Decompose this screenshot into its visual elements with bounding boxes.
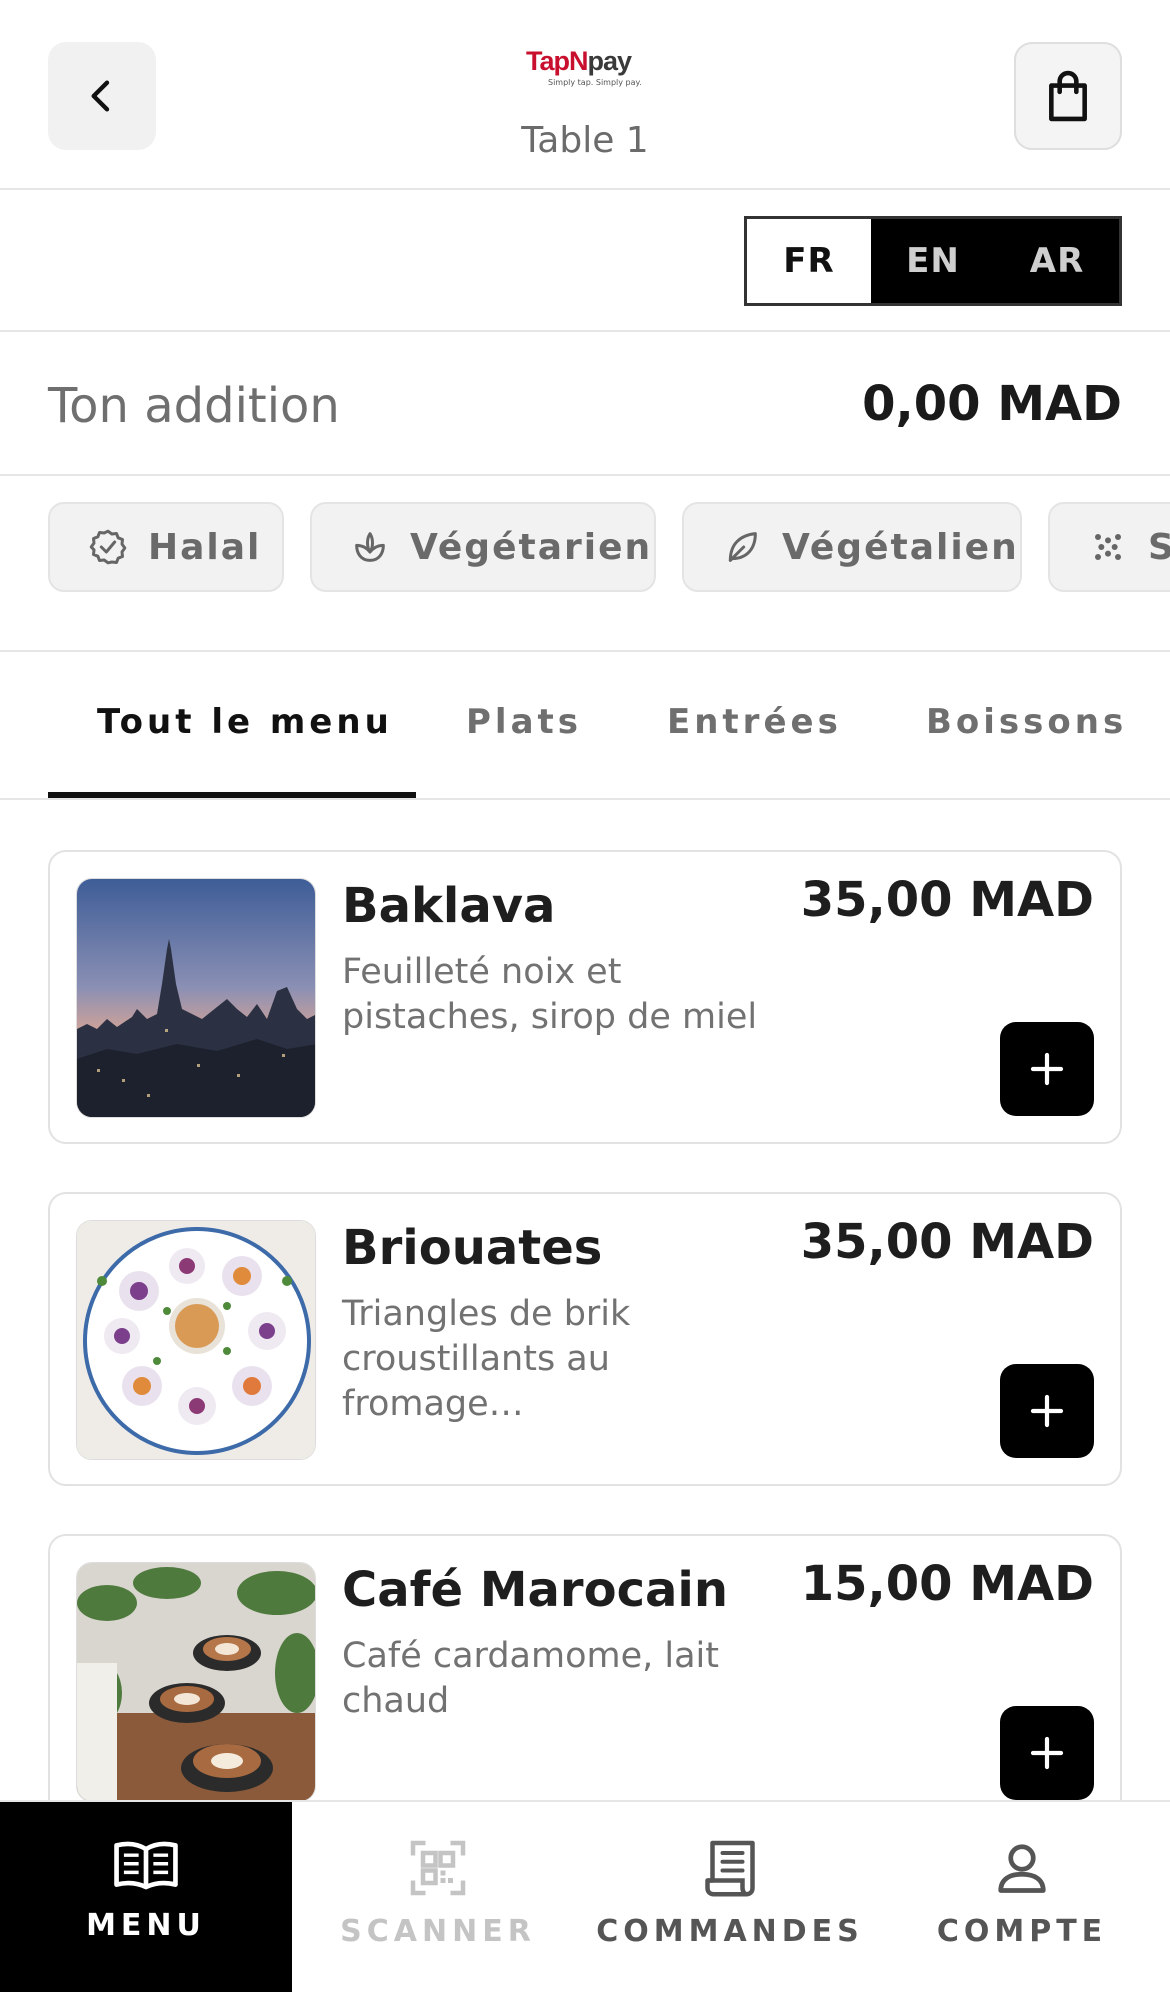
- plus-icon: [1030, 1736, 1064, 1770]
- bill-amount: 0,00 MAD: [862, 376, 1122, 432]
- cart-button[interactable]: [1014, 42, 1122, 150]
- filter-chip-vegan[interactable]: Végétalien: [682, 502, 1022, 592]
- lang-option-en[interactable]: EN: [871, 219, 995, 303]
- tab-boissons[interactable]: Boissons: [926, 702, 1127, 742]
- item-price: 35,00 MAD: [800, 1214, 1094, 1270]
- menu-item-card[interactable]: Baklava Feuilleté noix et pistaches, sir…: [48, 850, 1122, 1144]
- filter-chip-label: Halal: [148, 526, 262, 568]
- plus-icon: [1030, 1394, 1064, 1428]
- header: TapNpay Simply tap. Simply pay. Table 1: [0, 0, 1170, 190]
- language-switch: FR EN AR: [744, 216, 1122, 306]
- item-description: Feuilleté noix et pistaches, sirop de mi…: [342, 952, 758, 1037]
- leaf-icon: [728, 532, 757, 562]
- lang-option-ar[interactable]: AR: [995, 219, 1119, 303]
- item-name: Briouates: [342, 1220, 603, 1276]
- halal-badge-icon: [89, 529, 127, 565]
- filter-chip-halal[interactable]: Halal: [48, 502, 284, 592]
- tapnpay-logo: TapNpay Simply tap. Simply pay.: [526, 46, 642, 87]
- lang-option-fr[interactable]: FR: [747, 219, 871, 303]
- item-description: Café cardamome, lait chaud: [342, 1636, 720, 1721]
- filter-chip-label: Végétalien: [782, 526, 1019, 568]
- item-photo-coffee-cups: [76, 1562, 316, 1802]
- nav-label: COMPTE: [936, 1914, 1108, 1949]
- item-name: Baklava: [342, 878, 556, 934]
- add-to-cart-button[interactable]: [1000, 1022, 1094, 1116]
- nav-commandes[interactable]: COMMANDES: [584, 1802, 876, 1992]
- user-icon: [998, 1844, 1046, 1893]
- add-to-cart-button[interactable]: [1000, 1706, 1094, 1800]
- table-label: Table 1: [521, 120, 649, 161]
- filter-chip-more[interactable]: S: [1048, 502, 1170, 592]
- bottom-navigation: MENU SCANNER COMMANDES COMPTE: [0, 1800, 1170, 1992]
- receipt-icon: [705, 1840, 755, 1897]
- plus-icon: [1030, 1052, 1064, 1086]
- menu-item-card[interactable]: Briouates Triangles de brik croustillant…: [48, 1192, 1122, 1486]
- shopping-bag-icon: [1049, 70, 1087, 122]
- nav-label: MENU: [86, 1908, 206, 1943]
- active-tab-indicator: [48, 792, 416, 798]
- filter-chip-vegetarian[interactable]: Végétarien: [310, 502, 656, 592]
- tab-entrees[interactable]: Entrées: [667, 702, 842, 742]
- item-price: 35,00 MAD: [800, 872, 1094, 928]
- nav-label: SCANNER: [340, 1914, 536, 1949]
- category-tabs: Tout le menu Plats Entrées Boissons: [0, 654, 1170, 800]
- tab-all-menu[interactable]: Tout le menu: [97, 702, 393, 742]
- nav-menu[interactable]: MENU: [0, 1802, 292, 1992]
- nav-compte[interactable]: COMPTE: [876, 1802, 1168, 1992]
- sprout-icon: [355, 532, 385, 562]
- open-book-icon: [114, 1841, 178, 1890]
- chevron-left-icon: [91, 80, 110, 112]
- language-row: FR EN AR: [0, 192, 1170, 332]
- filter-chip-label: S: [1148, 527, 1170, 568]
- menu-item-card[interactable]: Café Marocain Café cardamome, lait chaud…: [48, 1534, 1122, 1828]
- filter-chip-label: Végétarien: [410, 526, 653, 568]
- bill-summary: Ton addition 0,00 MAD: [0, 334, 1170, 476]
- item-name: Café Marocain: [342, 1562, 729, 1618]
- dots-icon: [1095, 534, 1121, 560]
- dietary-filters: Halal Végétarien Végétalien S: [0, 478, 1170, 652]
- bill-label: Ton addition: [48, 378, 340, 434]
- add-to-cart-button[interactable]: [1000, 1364, 1094, 1458]
- qr-code-icon: [410, 1840, 466, 1896]
- tab-plats[interactable]: Plats: [466, 702, 582, 742]
- item-price: 15,00 MAD: [800, 1556, 1094, 1612]
- nav-label: COMMANDES: [596, 1914, 864, 1949]
- item-description: Triangles de brik croustillants au froma…: [342, 1294, 631, 1424]
- nav-scanner[interactable]: SCANNER: [292, 1802, 584, 1992]
- item-photo-spring-rolls: [76, 1220, 316, 1460]
- item-photo-city-skyline: [76, 878, 316, 1118]
